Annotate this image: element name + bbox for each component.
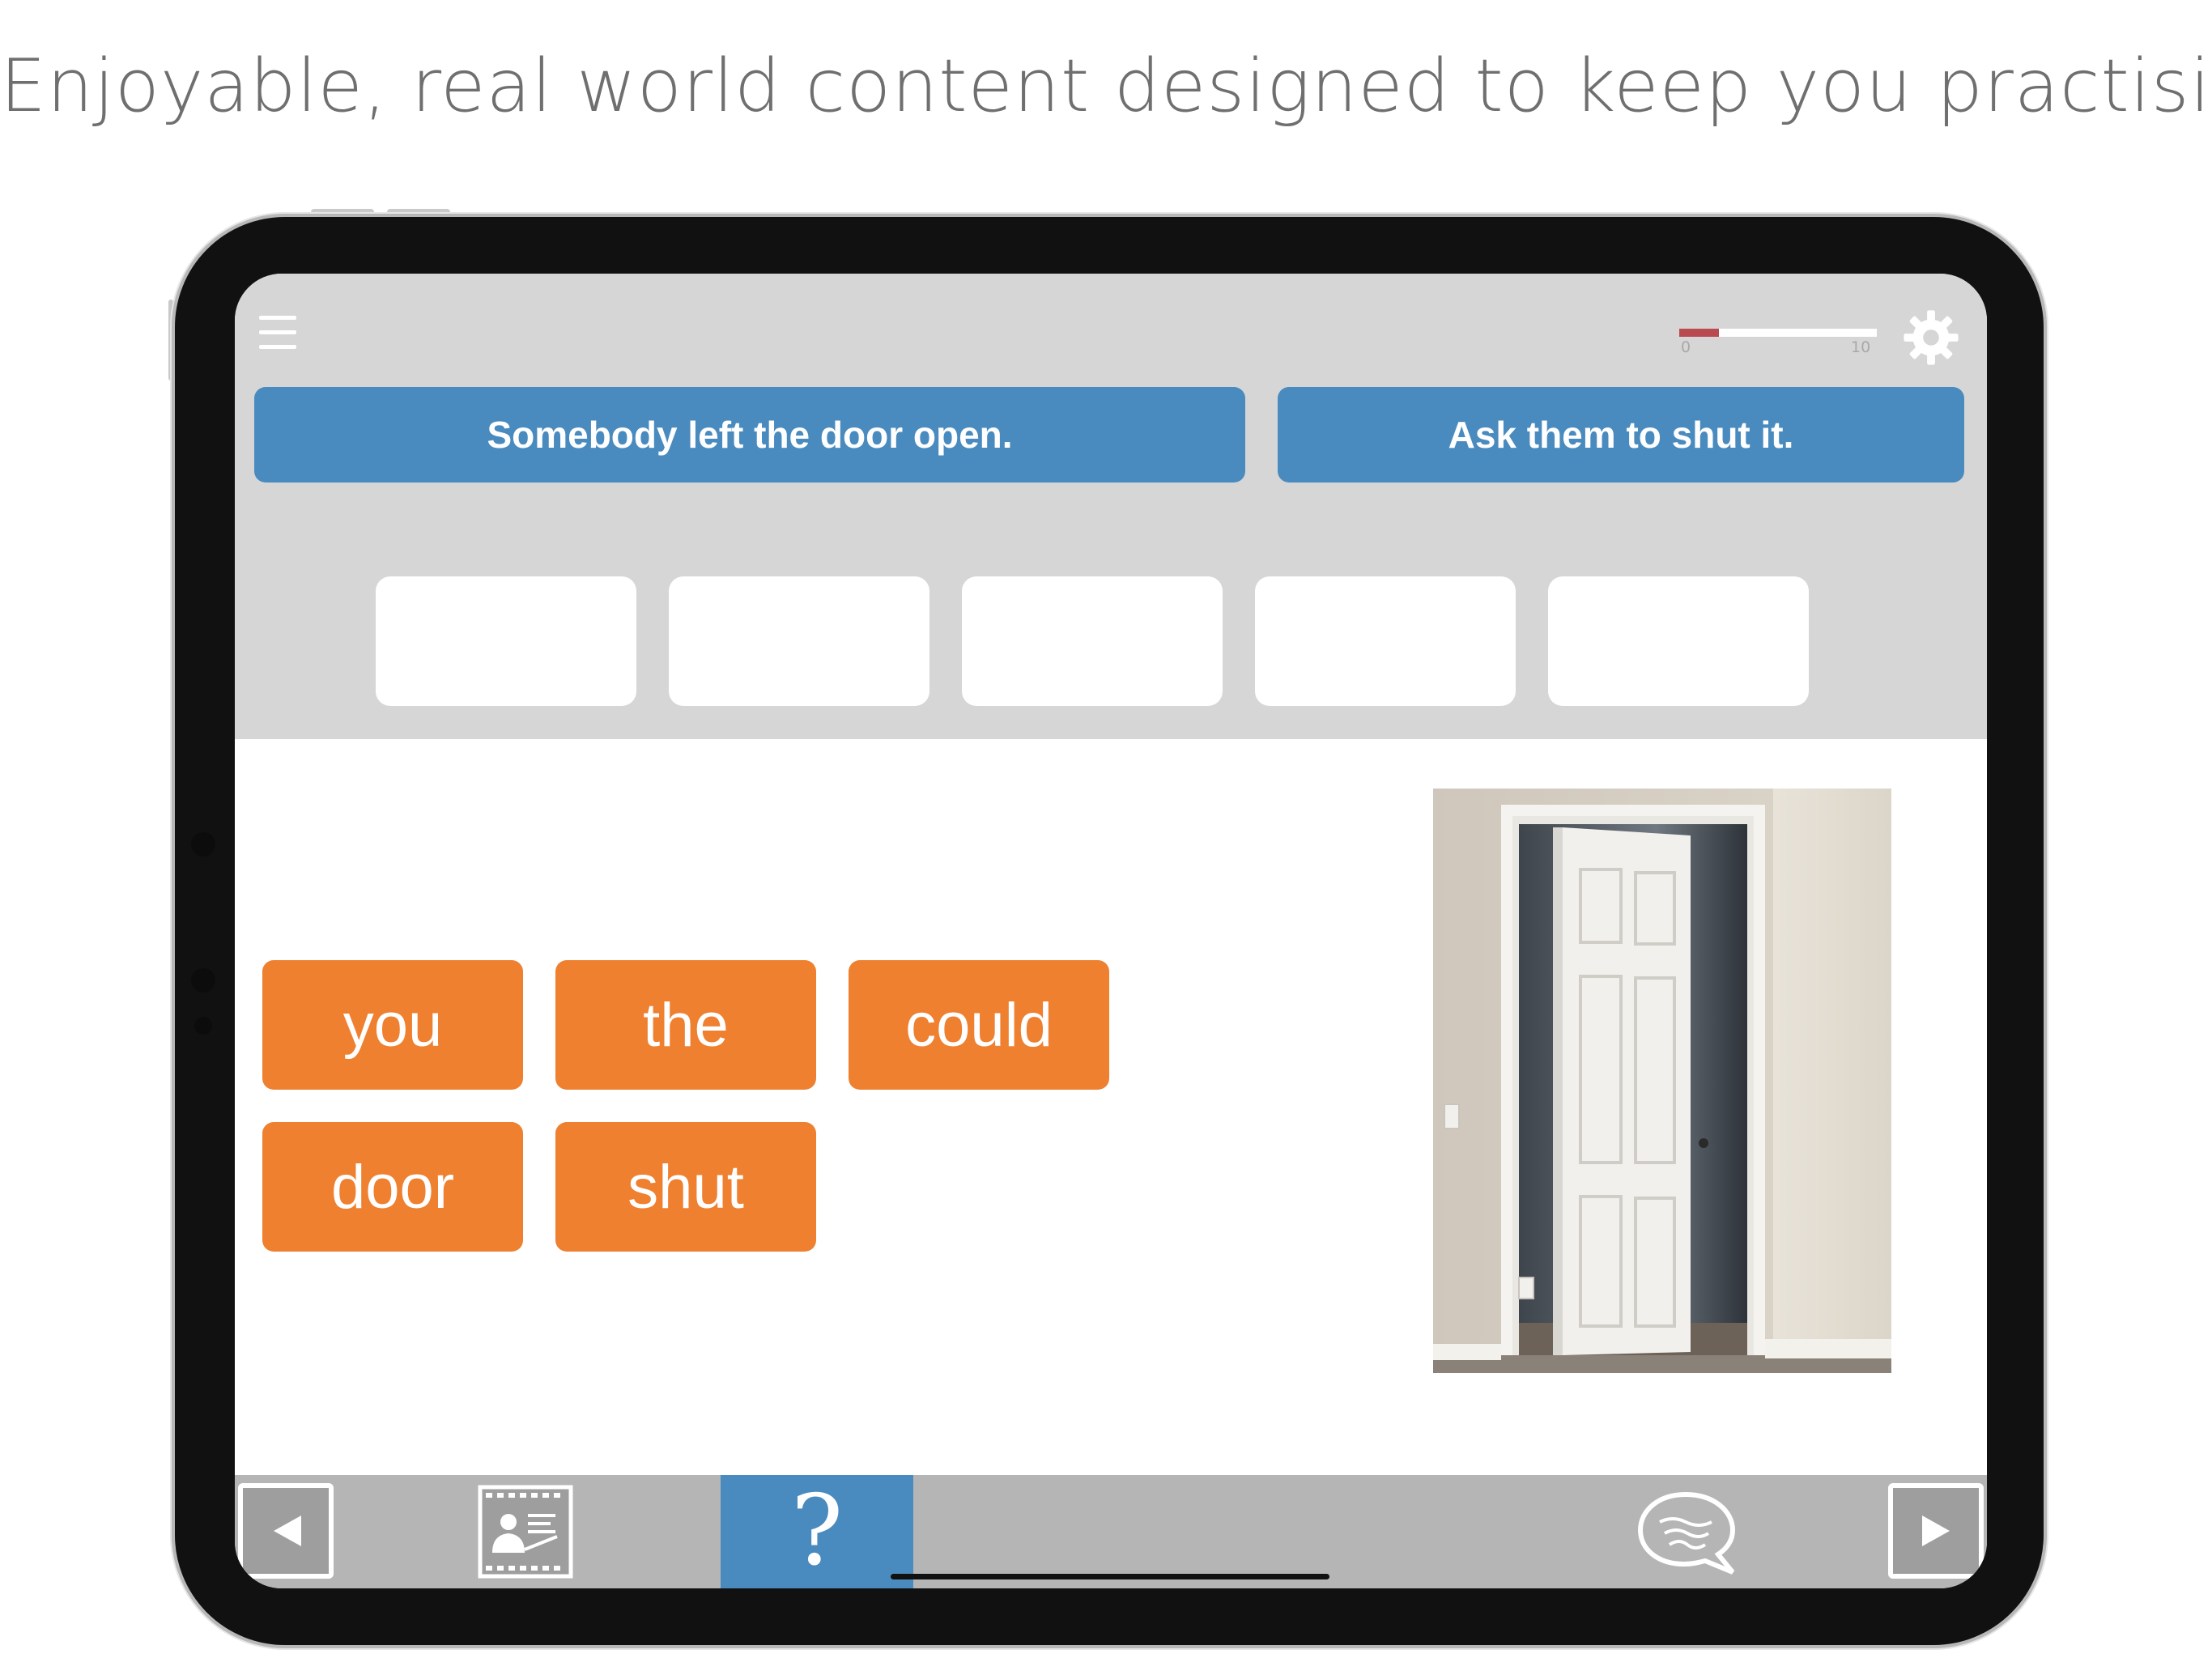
lesson-video-icon[interactable] xyxy=(478,1485,573,1579)
word-tile-door[interactable]: door xyxy=(262,1122,523,1252)
word-tile-the[interactable]: the xyxy=(555,960,816,1090)
progress-max-label: 10 xyxy=(1851,338,1871,356)
situation-prompt[interactable]: Somebody left the door open. xyxy=(254,387,1245,483)
answer-slot-4[interactable] xyxy=(1255,576,1516,706)
device-camera xyxy=(191,832,215,857)
word-tile-shut[interactable]: shut xyxy=(555,1122,816,1252)
help-button[interactable]: ? xyxy=(721,1475,913,1588)
progress-min-label: 0 xyxy=(1681,338,1691,356)
page-headline: Enjoyable, real world content designed t… xyxy=(0,44,2212,129)
next-button[interactable] xyxy=(1888,1483,1984,1579)
menu-icon[interactable] xyxy=(259,314,296,353)
bottom-toolbar: ? xyxy=(235,1475,1987,1588)
answer-slot-2[interactable] xyxy=(669,576,929,706)
task-prompt[interactable]: Ask them to shut it. xyxy=(1278,387,1964,483)
door-photo xyxy=(1433,789,1891,1373)
answer-slot-3[interactable] xyxy=(962,576,1223,706)
answer-slot-1[interactable] xyxy=(376,576,636,706)
previous-arrow-icon xyxy=(274,1516,301,1546)
home-indicator xyxy=(891,1574,1329,1579)
previous-button[interactable] xyxy=(238,1483,334,1579)
progress-fill xyxy=(1679,329,1719,337)
gear-icon[interactable] xyxy=(1903,309,1959,366)
answer-slot-5[interactable] xyxy=(1548,576,1809,706)
progress-bar: 0 10 xyxy=(1679,329,1880,361)
next-arrow-icon xyxy=(1922,1516,1950,1546)
word-tile-you[interactable]: you xyxy=(262,960,523,1090)
word-tile-could[interactable]: could xyxy=(849,960,1109,1090)
prompt-panel: 0 10 Somebody left the door open. Ask th… xyxy=(235,274,1987,739)
device-sensor-small xyxy=(194,1017,212,1035)
device-sensor xyxy=(191,968,215,993)
app-screen: 0 10 Somebody left the door open. Ask th… xyxy=(235,274,1987,1588)
speech-bubble-icon[interactable] xyxy=(1636,1488,1741,1577)
